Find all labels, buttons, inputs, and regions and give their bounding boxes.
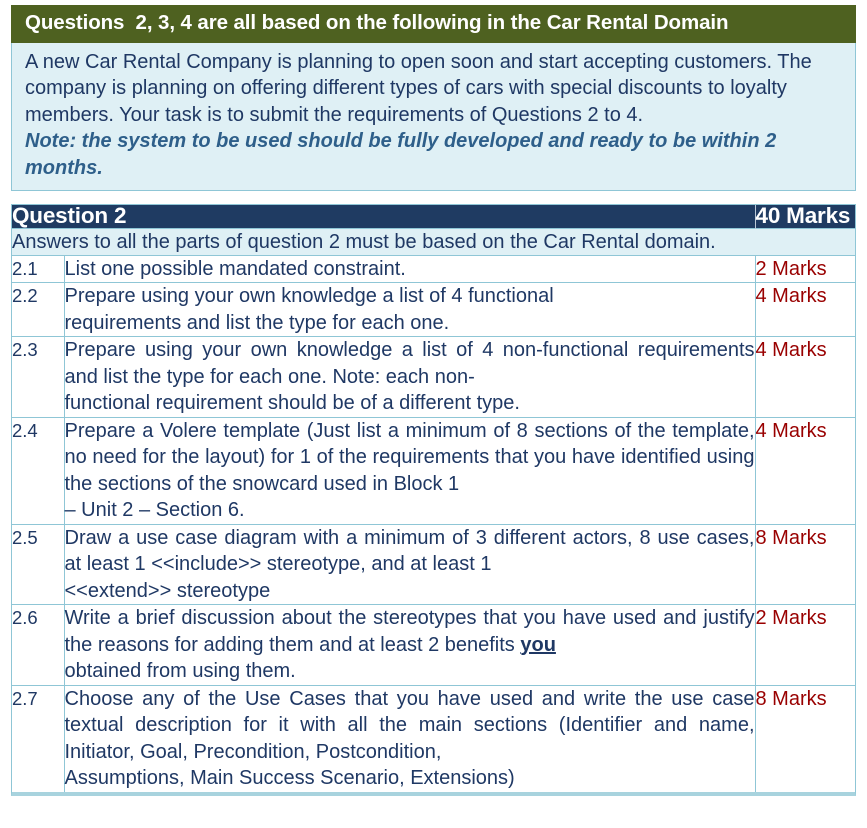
row-text-justified: Prepare using your own knowledge a list … (64, 285, 554, 307)
row-text-justified: Draw a use case diagram with a minimum o… (64, 526, 755, 576)
row-text: Prepare a Volere template (Just list a m… (64, 417, 756, 525)
row-text-tail: requirements and list the type for each … (64, 311, 450, 334)
row-number: 2.7 (12, 685, 65, 792)
table-row: 2.1 List one possible mandated constrain… (12, 255, 855, 283)
row-marks: 4 Marks (755, 336, 855, 418)
row-marks: 8 Marks (755, 524, 855, 605)
row-text: Draw a use case diagram with a minimum o… (64, 524, 756, 605)
row-text-justified: Prepare a Volere template (Just list a m… (64, 419, 755, 495)
row-marks: 4 Marks (755, 417, 855, 525)
row-text: Prepare using your own knowledge a list … (64, 282, 756, 337)
row-marks: 2 Marks (755, 604, 855, 686)
row-text: Write a brief discussion about the stere… (64, 604, 756, 686)
row-text-tail: obtained from using them. (64, 660, 296, 682)
row-text: Choose any of the Use Cases that you hav… (64, 685, 756, 792)
row-text: List one possible mandated constraint. (64, 255, 756, 283)
intro-note: Note: the system to be used should be fu… (25, 130, 777, 179)
question-total-marks: 40 Marks (754, 204, 855, 228)
document-page: Questions 2, 3, 4 are all based on the f… (0, 0, 867, 828)
row-number: 2.2 (12, 282, 65, 337)
question-table: Question 2 40 Marks Answers to all the p… (11, 204, 856, 796)
question-instruction: Answers to all the parts of question 2 m… (12, 227, 855, 256)
row-number: 2.5 (12, 524, 65, 605)
row-text-segment: Write a brief discussion about the stere… (64, 607, 755, 656)
row-text-tail: Assumptions, Main Success Scenario, Exte… (64, 767, 515, 789)
row-number: 2.4 (12, 417, 65, 525)
table-row: 2.3 Prepare using your own knowledge a l… (12, 336, 855, 418)
table-row: 2.5 Draw a use case diagram with a minim… (12, 524, 855, 605)
table-row: 2.6 Write a brief discussion about the s… (12, 604, 855, 686)
row-text-tail: <<extend>> stereotype (64, 579, 271, 602)
row-text: Prepare using your own knowledge a list … (64, 336, 756, 418)
question-header-row: Question 2 40 Marks (12, 204, 855, 228)
row-text-justified: Prepare using your own knowledge a list … (64, 339, 755, 388)
intro-paragraph: A new Car Rental Company is planning to … (25, 50, 812, 126)
question-table-body: Question 2 40 Marks Answers to all the p… (12, 204, 855, 792)
row-number: 2.1 (12, 255, 65, 283)
row-text-tail: – Unit 2 – Section 6. (64, 499, 245, 521)
intro-body: A new Car Rental Company is planning to … (11, 42, 856, 191)
row-marks: 2 Marks (755, 255, 855, 283)
row-text-line: List one possible mandated constraint. (64, 257, 406, 280)
row-number: 2.6 (12, 604, 65, 686)
row-text-justified: Write a brief discussion about the stere… (65, 605, 755, 658)
row-text-tail: functional requirement should be of a di… (64, 392, 520, 414)
row-text-justified: Choose any of the Use Cases that you hav… (64, 687, 755, 763)
question-title: Question 2 (12, 204, 755, 228)
intro-header-banner: Questions 2, 3, 4 are all based on the f… (11, 5, 856, 43)
table-row: 2.4 Prepare a Volere template (Just list… (12, 417, 855, 525)
intro-block: Questions 2, 3, 4 are all based on the f… (11, 5, 856, 191)
row-marks: 4 Marks (755, 282, 855, 337)
question-instruction-row: Answers to all the parts of question 2 m… (12, 227, 855, 256)
table-row: 2.7 Choose any of the Use Cases that you… (12, 685, 855, 792)
row-number: 2.3 (12, 336, 65, 418)
row-marks: 8 Marks (755, 687, 827, 710)
table-row: 2.2 Prepare using your own knowledge a l… (12, 282, 855, 337)
row-text-emphasis: you (520, 633, 556, 656)
